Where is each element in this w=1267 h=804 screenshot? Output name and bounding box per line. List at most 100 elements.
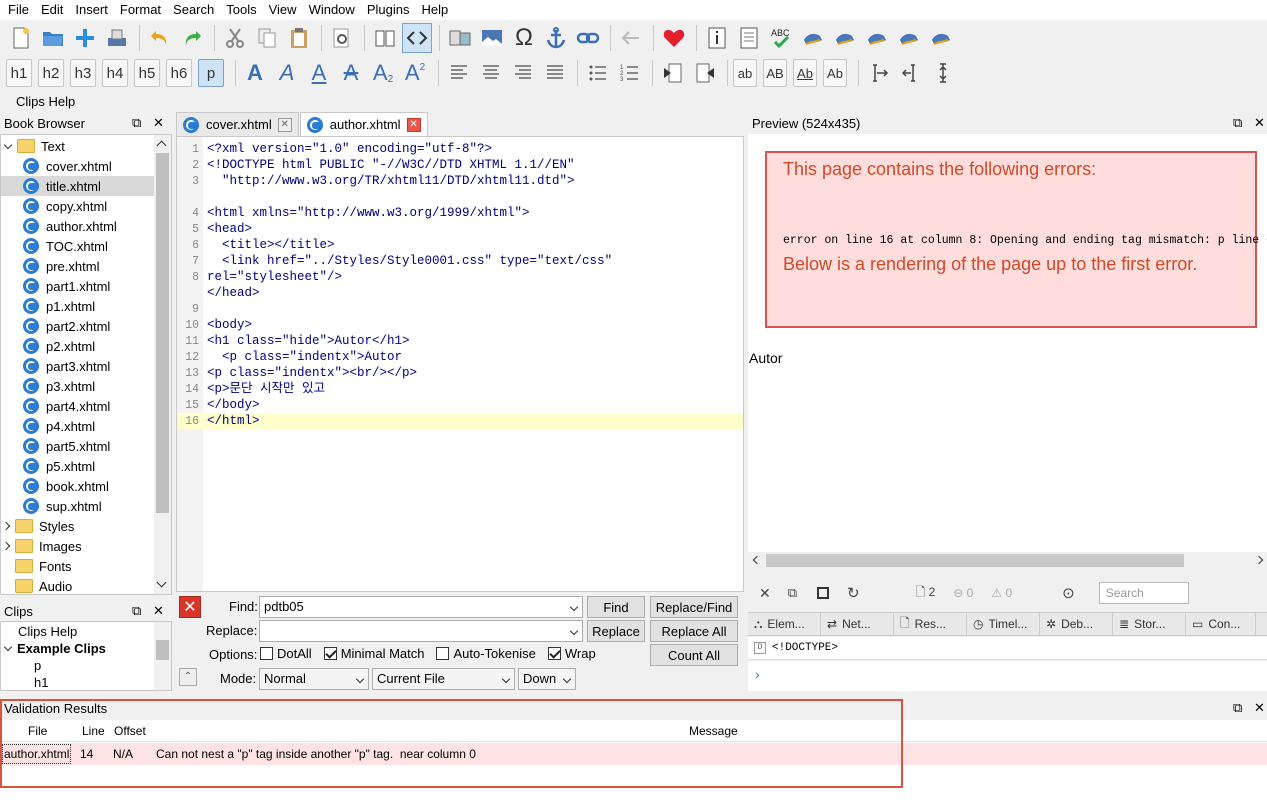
plugin-2-icon[interactable] bbox=[862, 23, 892, 53]
close-tab-icon[interactable]: ✕ bbox=[406, 117, 421, 132]
tree-file[interactable]: TOC.xhtml bbox=[1, 236, 171, 256]
text-cursor-icon[interactable] bbox=[928, 58, 958, 88]
increase-indent-icon[interactable] bbox=[690, 58, 720, 88]
heading-2-button[interactable]: h2 bbox=[38, 59, 64, 87]
preview-hscrollbar[interactable] bbox=[748, 552, 1267, 569]
menu-insert[interactable]: Insert bbox=[69, 0, 114, 20]
align-justify-icon[interactable] bbox=[540, 58, 570, 88]
clips-scrollbar[interactable] bbox=[154, 622, 171, 690]
replace-button[interactable]: Replace bbox=[587, 620, 645, 642]
tree-file[interactable]: p4.xhtml bbox=[1, 416, 171, 436]
minimal-match-checkbox[interactable]: Minimal Match bbox=[323, 646, 424, 661]
plugin-1-icon[interactable] bbox=[830, 23, 860, 53]
tab-console[interactable]: ▭ Con... bbox=[1186, 613, 1256, 635]
align-left-icon[interactable] bbox=[444, 58, 474, 88]
book-browser-scrollbar[interactable] bbox=[154, 135, 171, 594]
replace-all-button[interactable]: Replace All bbox=[650, 620, 738, 642]
tree-file[interactable]: copy.xhtml bbox=[1, 196, 171, 216]
inspect-element-icon[interactable] bbox=[817, 587, 830, 599]
undo-icon[interactable] bbox=[145, 23, 175, 53]
open-folder-icon[interactable] bbox=[38, 23, 68, 53]
tab-cover[interactable]: cover.xhtml ✕ bbox=[176, 112, 299, 136]
heading-3-button[interactable]: h3 bbox=[70, 59, 96, 87]
tree-folder[interactable]: Audio bbox=[1, 576, 171, 594]
expand-arrow-icon[interactable] bbox=[1, 521, 11, 531]
dotall-checkbox[interactable]: DotAll bbox=[260, 646, 312, 661]
subscript-icon[interactable]: A2 bbox=[369, 59, 397, 87]
scope-select[interactable]: Current File bbox=[372, 668, 515, 690]
clip-item-p[interactable]: p bbox=[1, 657, 171, 674]
superscript-icon[interactable]: A2 bbox=[401, 59, 429, 87]
tree-file[interactable]: sup.xhtml bbox=[1, 496, 171, 516]
count-all-button[interactable]: Count All bbox=[650, 644, 738, 666]
inspector-search-input[interactable]: Search bbox=[1098, 582, 1189, 604]
close-clips-icon[interactable]: ✕ bbox=[153, 603, 164, 619]
tree-folder[interactable]: Styles bbox=[1, 516, 171, 536]
tree-file[interactable]: part1.xhtml bbox=[1, 276, 171, 296]
tree-file[interactable]: part2.xhtml bbox=[1, 316, 171, 336]
close-tab-icon[interactable]: ✕ bbox=[277, 117, 292, 132]
uppercase-button[interactable]: AB bbox=[763, 59, 787, 87]
heading-1-button[interactable]: h1 bbox=[6, 59, 32, 87]
metadata-icon[interactable] bbox=[702, 23, 732, 53]
collapse-up-icon[interactable]: ⌃ bbox=[179, 668, 197, 686]
copy-icon[interactable] bbox=[252, 23, 282, 53]
plugin-3-icon[interactable] bbox=[894, 23, 924, 53]
split-view-icon[interactable] bbox=[445, 23, 475, 53]
heading-4-button[interactable]: h4 bbox=[102, 59, 128, 87]
tree-file[interactable]: p5.xhtml bbox=[1, 456, 171, 476]
tree-file[interactable]: pre.xhtml bbox=[1, 256, 171, 276]
direction-select[interactable]: Down bbox=[518, 668, 576, 690]
tree-folder-text[interactable]: Text bbox=[1, 136, 171, 156]
link-icon[interactable] bbox=[573, 23, 603, 53]
tree-file[interactable]: p3.xhtml bbox=[1, 376, 171, 396]
menu-format[interactable]: Format bbox=[114, 0, 167, 20]
capitalize-button[interactable]: Ab bbox=[823, 59, 847, 87]
clip-item-h1[interactable]: h1 bbox=[1, 674, 171, 690]
plugin-4-icon[interactable] bbox=[926, 23, 956, 53]
align-center-icon[interactable] bbox=[476, 58, 506, 88]
toc-icon[interactable] bbox=[734, 23, 764, 53]
paragraph-button[interactable]: p bbox=[198, 59, 224, 87]
spellcheck-icon[interactable]: ABC bbox=[766, 23, 796, 53]
tab-author[interactable]: author.xhtml ✕ bbox=[299, 112, 428, 136]
validate-epub-icon[interactable] bbox=[798, 23, 828, 53]
mode-select[interactable]: Normal bbox=[259, 668, 369, 690]
bold-icon[interactable]: A bbox=[241, 59, 269, 87]
float-clips-icon[interactable]: ⧉ bbox=[132, 603, 141, 619]
heading-5-button[interactable]: h5 bbox=[134, 59, 160, 87]
heading-6-button[interactable]: h6 bbox=[166, 59, 192, 87]
wrap-checkbox[interactable]: Wrap bbox=[547, 646, 596, 661]
donate-heart-icon[interactable] bbox=[659, 23, 689, 53]
reload-icon[interactable]: ↻ bbox=[847, 584, 860, 602]
tab-timelines[interactable]: ◷ Timel... bbox=[967, 613, 1040, 635]
find-input[interactable]: pdtb05 bbox=[259, 596, 583, 618]
tab-debugger[interactable]: ✲ Deb... bbox=[1040, 613, 1113, 635]
tree-file[interactable]: book.xhtml bbox=[1, 476, 171, 496]
italic-icon[interactable]: A bbox=[273, 59, 301, 87]
dom-node-row[interactable]: D <!DOCTYPE> bbox=[748, 637, 1267, 660]
menu-search[interactable]: Search bbox=[167, 0, 220, 20]
code-editor[interactable]: 1 <?xml version="1.0" encoding="utf-8"?> 2… bbox=[176, 136, 744, 592]
close-preview-icon[interactable]: ✕ bbox=[1254, 115, 1265, 131]
menu-view[interactable]: View bbox=[263, 0, 303, 20]
tree-file[interactable]: part4.xhtml bbox=[1, 396, 171, 416]
close-validation-icon[interactable]: ✕ bbox=[1254, 700, 1265, 716]
cut-icon[interactable] bbox=[220, 23, 250, 53]
strikethrough-icon[interactable]: A bbox=[337, 59, 365, 87]
console-input[interactable]: › bbox=[748, 661, 1267, 691]
menu-window[interactable]: Window bbox=[303, 0, 361, 20]
tree-folder[interactable]: Images bbox=[1, 536, 171, 556]
book-view-icon[interactable] bbox=[370, 23, 400, 53]
target-icon[interactable]: ⊙ bbox=[1062, 584, 1075, 602]
tab-network[interactable]: ⇄ Net... bbox=[821, 613, 894, 635]
tree-file[interactable]: cover.xhtml bbox=[1, 156, 171, 176]
align-right-icon[interactable] bbox=[508, 58, 538, 88]
tree-file[interactable]: author.xhtml bbox=[1, 216, 171, 236]
close-find-icon[interactable]: ✕ bbox=[179, 596, 201, 618]
close-panel-icon[interactable]: ✕ bbox=[153, 115, 164, 131]
tree-file[interactable]: p2.xhtml bbox=[1, 336, 171, 356]
find-button[interactable]: Find bbox=[587, 596, 645, 618]
clip-item[interactable]: Clips Help bbox=[1, 622, 171, 640]
tree-file[interactable]: title.xhtml bbox=[1, 176, 154, 196]
